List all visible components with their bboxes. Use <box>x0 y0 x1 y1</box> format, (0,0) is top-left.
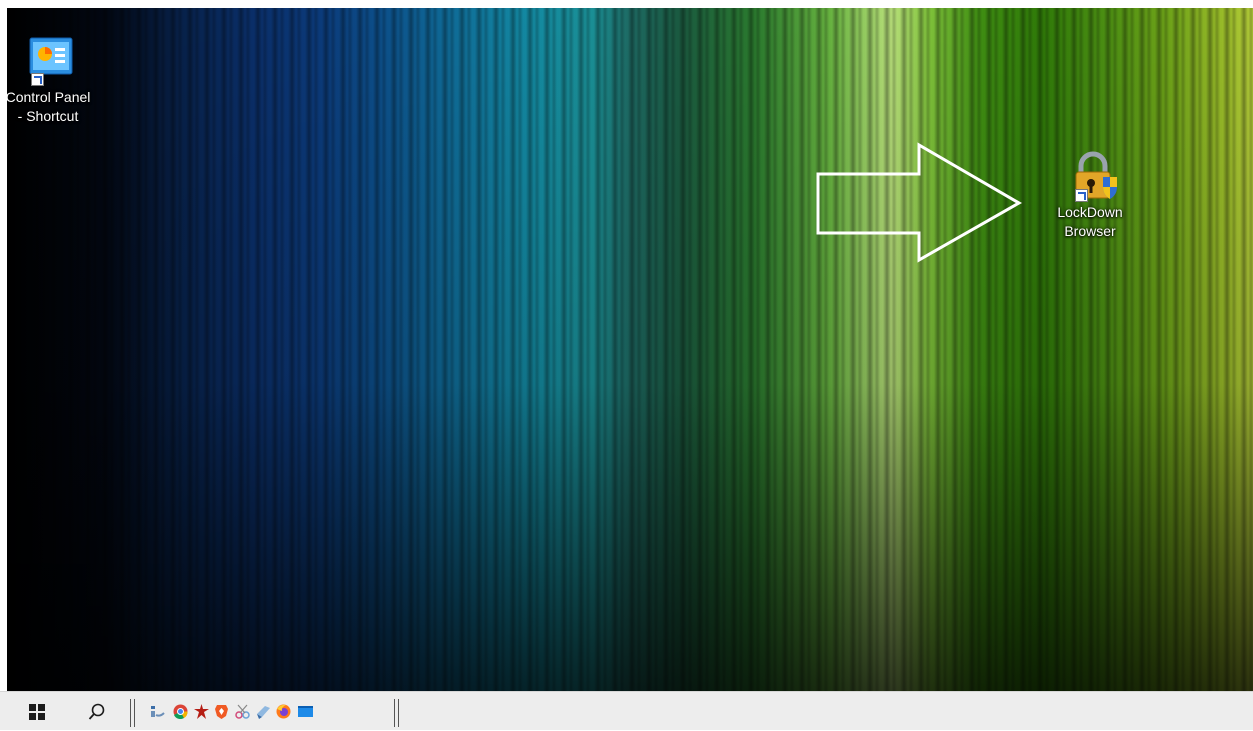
red-app-icon[interactable] <box>194 704 209 719</box>
icon-label-line1: LockDown <box>1057 204 1123 220</box>
icon-label-line1: Control Panel <box>7 89 91 105</box>
paint-app-icon[interactable] <box>256 704 271 719</box>
wallpaper-streaks <box>7 8 1253 691</box>
quicklaunch-separator[interactable] <box>130 699 135 727</box>
shortcut-overlay-icon <box>31 73 44 86</box>
taskbar <box>0 691 1253 730</box>
snipping-tool-icon[interactable] <box>235 704 250 719</box>
taskbar-separator[interactable] <box>394 699 399 727</box>
desktop-wallpaper[interactable]: Control Panel - Shortcut LockDown Browse… <box>7 8 1253 691</box>
windows-logo-icon <box>29 703 45 720</box>
desktop-app-icon[interactable] <box>297 704 314 719</box>
firefox-icon[interactable] <box>276 704 291 719</box>
outline-right-arrow <box>816 142 1023 263</box>
brave-icon[interactable] <box>214 704 229 719</box>
chrome-icon[interactable] <box>173 704 188 719</box>
lockdown-browser-icon <box>1065 151 1117 202</box>
start-button[interactable] <box>22 692 52 731</box>
file-explorer-icon[interactable] <box>150 704 165 719</box>
control-panel-icon <box>23 36 73 86</box>
shortcut-overlay-icon <box>1075 189 1088 202</box>
icon-label-line2: - Shortcut <box>17 108 79 124</box>
search-button[interactable] <box>82 692 112 731</box>
control-panel-shortcut[interactable]: Control Panel - Shortcut <box>7 36 96 126</box>
icon-label-line2: Browser <box>1064 223 1116 239</box>
lockdown-browser-shortcut[interactable]: LockDown Browser <box>1042 151 1138 241</box>
search-icon <box>88 703 105 720</box>
